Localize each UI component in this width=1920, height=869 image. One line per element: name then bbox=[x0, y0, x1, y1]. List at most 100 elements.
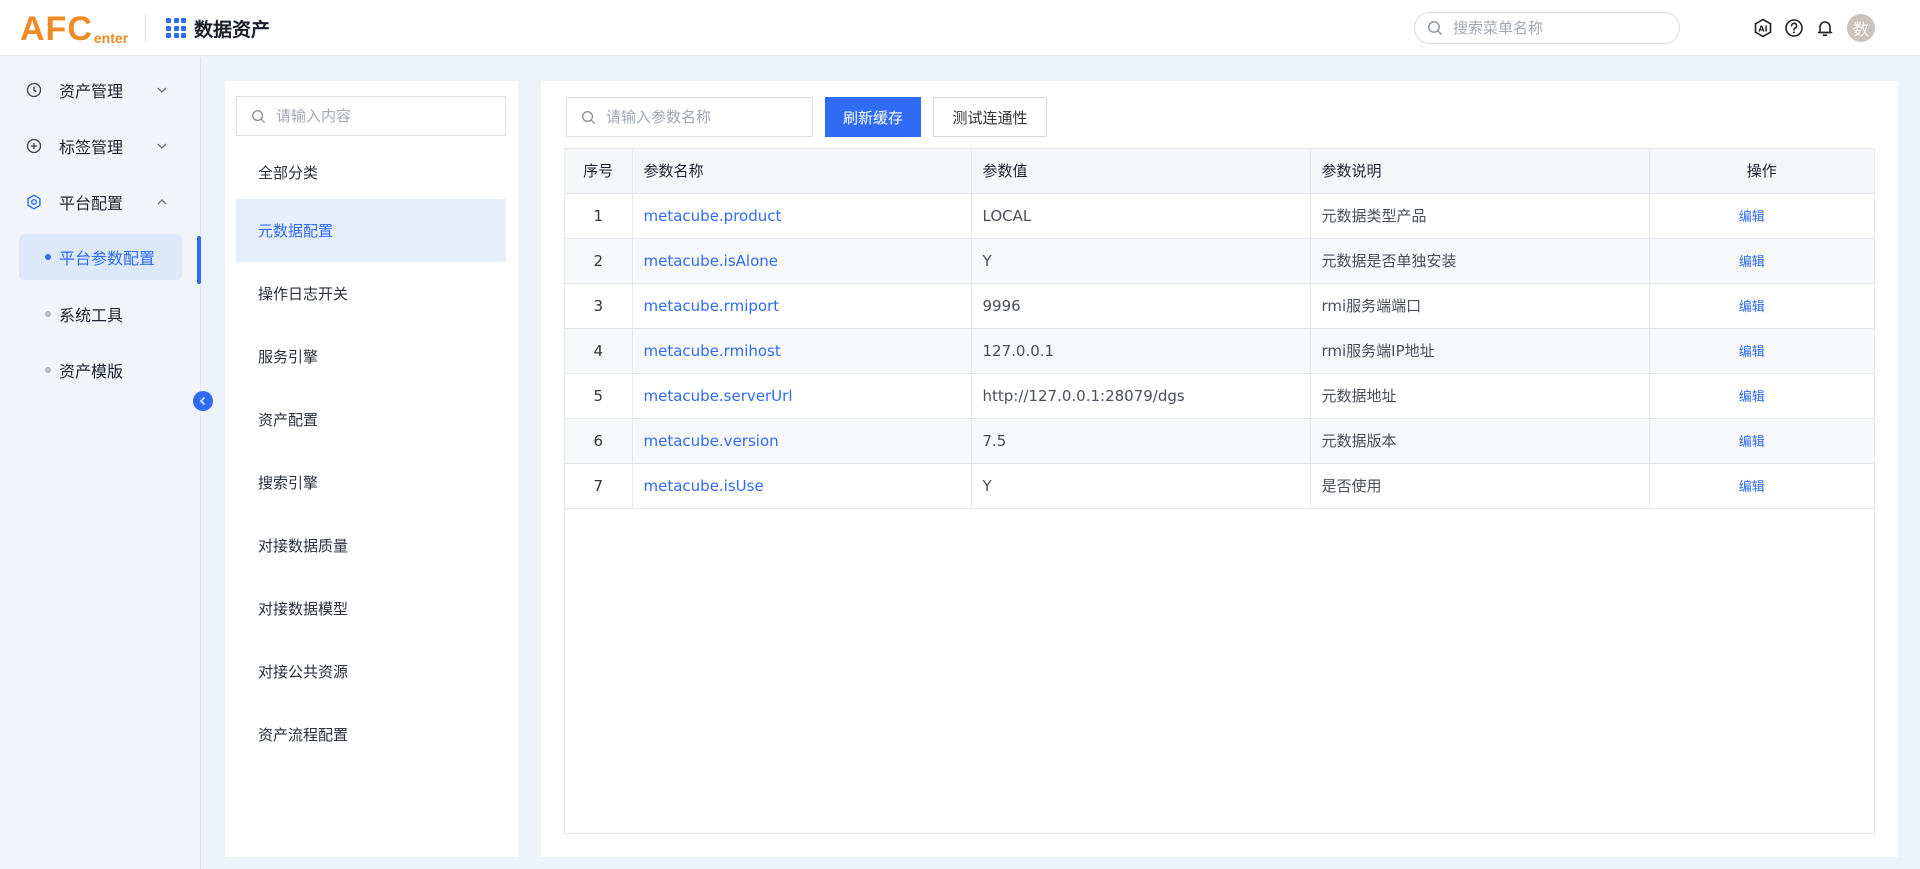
param-value: Y bbox=[971, 463, 1311, 509]
param-description: 元数据版本 bbox=[1310, 418, 1650, 464]
gear-icon bbox=[25, 193, 43, 211]
sidebar-item-label: 系统工具 bbox=[59, 306, 124, 325]
bell-icon[interactable] bbox=[1814, 17, 1836, 39]
svg-text:AI: AI bbox=[1758, 24, 1767, 33]
row-index: 4 bbox=[565, 328, 633, 374]
row-index: 2 bbox=[565, 238, 633, 284]
param-description: 是否使用 bbox=[1310, 463, 1650, 509]
sidebar-group-tag-management[interactable]: 标签管理 bbox=[0, 118, 200, 174]
category-item[interactable]: 搜索引擎 bbox=[236, 451, 506, 514]
param-value: http://127.0.0.1:28079/dgs bbox=[971, 373, 1311, 419]
row-actions: 编辑 bbox=[1649, 238, 1874, 284]
search-icon bbox=[1428, 21, 1442, 35]
table-header-row: 序号 参数名称 参数值 参数说明 操作 bbox=[565, 149, 1874, 194]
category-panel: 全部分类 元数据配置 操作日志开关 服务引擎 资产配置 搜索引擎 对接数据质量 … bbox=[225, 81, 518, 857]
menu-search-box[interactable] bbox=[1414, 12, 1680, 44]
table-row: 6 metacube.version 7.5 元数据版本 编辑 bbox=[565, 418, 1874, 464]
table-row: 7 metacube.isUse Y 是否使用 编辑 bbox=[565, 463, 1874, 509]
row-actions: 编辑 bbox=[1649, 463, 1874, 509]
row-index: 3 bbox=[565, 283, 633, 329]
param-search-box[interactable] bbox=[566, 97, 813, 137]
table-row: 5 metacube.serverUrl http://127.0.0.1:28… bbox=[565, 373, 1874, 419]
avatar-text: 数 bbox=[1852, 20, 1869, 39]
search-icon bbox=[252, 109, 266, 123]
category-item-active[interactable]: 元数据配置 bbox=[236, 199, 506, 262]
user-avatar[interactable]: 数 bbox=[1847, 14, 1875, 42]
app-title[interactable]: 数据资产 bbox=[166, 14, 270, 42]
row-actions: 编辑 bbox=[1649, 373, 1874, 419]
category-item[interactable]: 全部分类 bbox=[236, 141, 506, 204]
category-item[interactable]: 对接数据模型 bbox=[236, 577, 506, 640]
edit-link[interactable]: 编辑 bbox=[1739, 300, 1765, 315]
param-description: rmi服务端IP地址 bbox=[1310, 328, 1650, 374]
table-row: 4 metacube.rmihost 127.0.0.1 rmi服务端IP地址 … bbox=[565, 328, 1874, 374]
chevron-up-icon bbox=[157, 199, 167, 205]
sidebar-group-label: 平台配置 bbox=[59, 194, 124, 213]
column-header: 操作 bbox=[1649, 149, 1874, 194]
chevron-down-icon bbox=[157, 87, 167, 93]
param-value: 7.5 bbox=[971, 418, 1311, 464]
category-item[interactable]: 对接数据质量 bbox=[236, 514, 506, 577]
category-item[interactable]: 资产配置 bbox=[236, 388, 506, 451]
param-description: 元数据地址 bbox=[1310, 373, 1650, 419]
param-description: 元数据是否单独安装 bbox=[1310, 238, 1650, 284]
param-description: rmi服务端端口 bbox=[1310, 283, 1650, 329]
ai-assistant-icon[interactable]: AI bbox=[1752, 17, 1774, 39]
test-connection-button[interactable]: 测试连通性 bbox=[933, 97, 1047, 137]
param-name: metacube.product bbox=[632, 193, 972, 239]
row-index: 6 bbox=[565, 418, 633, 464]
refresh-cache-button[interactable]: 刷新缓存 bbox=[825, 97, 921, 137]
category-item[interactable]: 服务引擎 bbox=[236, 325, 506, 388]
row-index: 1 bbox=[565, 193, 633, 239]
table-row: 2 metacube.isAlone Y 元数据是否单独安装 编辑 bbox=[565, 238, 1874, 284]
category-search-box[interactable] bbox=[236, 96, 506, 136]
top-header: AFC enter 数据资产 AI 数 bbox=[0, 0, 1920, 56]
header-actions: AI 数 bbox=[1752, 14, 1875, 42]
app-logo[interactable]: AFC enter bbox=[20, 10, 128, 46]
sidebar-group-asset-management[interactable]: 资产管理 bbox=[0, 62, 200, 118]
category-item[interactable]: 资产流程配置 bbox=[236, 703, 506, 766]
param-name: metacube.isAlone bbox=[632, 238, 972, 284]
bullet-dot-icon bbox=[45, 254, 51, 260]
column-header: 序号 bbox=[565, 149, 633, 194]
chevron-left-icon bbox=[199, 396, 206, 406]
sidebar-item-label: 资产模版 bbox=[59, 362, 124, 381]
param-name: metacube.rmiport bbox=[632, 283, 972, 329]
row-actions: 编辑 bbox=[1649, 328, 1874, 374]
menu-search-input[interactable] bbox=[1453, 19, 1653, 37]
param-name: metacube.isUse bbox=[632, 463, 972, 509]
row-index: 7 bbox=[565, 463, 633, 509]
table-row: 1 metacube.product LOCAL 元数据类型产品 编辑 bbox=[565, 193, 1874, 239]
sidebar-item-asset-templates[interactable]: 资产模版 bbox=[19, 347, 182, 393]
chevron-down-icon bbox=[157, 143, 167, 149]
search-icon bbox=[582, 110, 596, 124]
param-value: Y bbox=[971, 238, 1311, 284]
edit-link[interactable]: 编辑 bbox=[1739, 255, 1765, 270]
bullet-dot-icon bbox=[45, 367, 51, 373]
category-search-input[interactable] bbox=[276, 107, 496, 125]
category-item[interactable]: 对接公共资源 bbox=[236, 640, 506, 703]
edit-link[interactable]: 编辑 bbox=[1739, 210, 1765, 225]
param-search-input[interactable] bbox=[606, 108, 806, 126]
row-actions: 编辑 bbox=[1649, 418, 1874, 464]
edit-link[interactable]: 编辑 bbox=[1739, 480, 1765, 495]
sidebar-item-platform-params[interactable]: 平台参数配置 bbox=[19, 234, 182, 280]
plus-circle-icon bbox=[25, 137, 43, 155]
column-header: 参数值 bbox=[971, 149, 1311, 194]
sidebar-item-system-tools[interactable]: 系统工具 bbox=[19, 291, 182, 337]
header-divider bbox=[145, 14, 146, 42]
edit-link[interactable]: 编辑 bbox=[1739, 435, 1765, 450]
edit-link[interactable]: 编辑 bbox=[1739, 390, 1765, 405]
sidebar-item-label: 平台参数配置 bbox=[59, 249, 156, 268]
category-item[interactable]: 操作日志开关 bbox=[236, 262, 506, 325]
table-row: 3 metacube.rmiport 9996 rmi服务端端口 编辑 bbox=[565, 283, 1874, 329]
sidebar-group-platform-config[interactable]: 平台配置 bbox=[0, 174, 200, 230]
param-value: 9996 bbox=[971, 283, 1311, 329]
param-value: 127.0.0.1 bbox=[971, 328, 1311, 374]
param-value: LOCAL bbox=[971, 193, 1311, 239]
help-icon[interactable] bbox=[1783, 17, 1805, 39]
sidebar-collapse-button[interactable] bbox=[193, 391, 213, 411]
param-name: metacube.rmihost bbox=[632, 328, 972, 374]
param-table: 序号 参数名称 参数值 参数说明 操作 1 metacube.product L… bbox=[564, 148, 1875, 834]
edit-link[interactable]: 编辑 bbox=[1739, 345, 1765, 360]
